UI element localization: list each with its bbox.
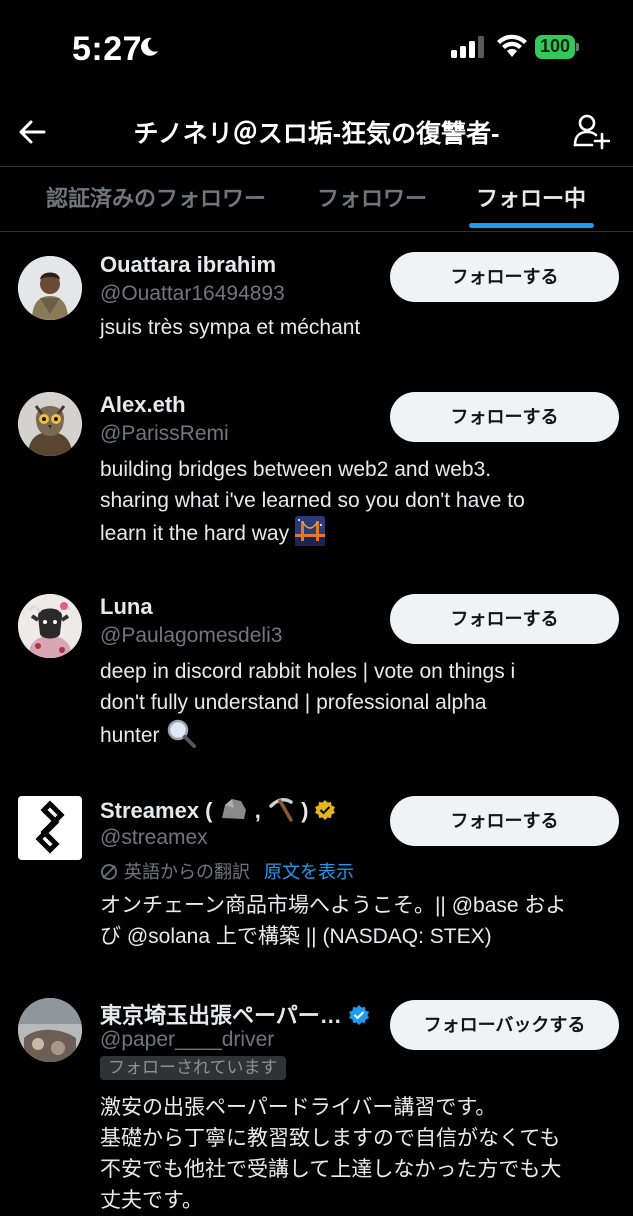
- rock-icon: [221, 799, 246, 819]
- user-name: Streamex (: [100, 798, 219, 823]
- user-handle[interactable]: @Paulagomesdeli3: [100, 624, 282, 648]
- bio-line: 基礎から丁寧に教習致しますので自信がなくても: [100, 1127, 561, 1150]
- avatar-image: [18, 256, 82, 320]
- user-name-suffix: ): [294, 798, 309, 823]
- tab-followers[interactable]: フォロワー: [317, 181, 427, 213]
- follow-button[interactable]: フォローする: [390, 594, 619, 644]
- bio-line: sharing what i've learned so you don't h…: [100, 489, 525, 512]
- user-name-row[interactable]: Streamex ( , ): [100, 796, 336, 824]
- bio-line: 激安の出張ペーパードライバー講習です。: [100, 1096, 497, 1119]
- avatar[interactable]: [18, 256, 82, 320]
- avatar[interactable]: [18, 998, 82, 1062]
- streamex-logo-icon: [18, 796, 82, 860]
- verified-gold-badge-icon: [315, 800, 336, 820]
- add-user-icon[interactable]: [572, 112, 610, 150]
- user-name-row[interactable]: 東京埼玉出張ペーパー…: [100, 998, 370, 1030]
- follow-button[interactable]: フォローする: [390, 252, 619, 302]
- user-name: 東京埼玉出張ペーパー…: [100, 1003, 342, 1028]
- bio-line: jsuis très sympa et méchant: [100, 316, 361, 339]
- avatar[interactable]: [18, 594, 82, 658]
- tab-verified-followers[interactable]: 認証済みのフォロワー: [46, 181, 266, 213]
- back-arrow-icon[interactable]: [16, 116, 48, 148]
- tab-bar: 認証済みのフォロワー フォロワー フォロー中: [0, 166, 633, 232]
- translation-notice: 英語からの翻訳 原文を表示: [100, 858, 354, 884]
- avatar[interactable]: [18, 796, 82, 860]
- bio-line: hunter: [100, 724, 160, 747]
- user-name[interactable]: Luna: [100, 594, 153, 620]
- status-time: 5:27: [72, 30, 143, 68]
- header: チノネリ＠スロ垢-狂気の復讐者-: [0, 96, 633, 168]
- tab-following[interactable]: フォロー中: [476, 181, 586, 213]
- follows-you-badge: フォローされています: [100, 1056, 286, 1080]
- show-original-link[interactable]: 原文を表示: [264, 862, 354, 882]
- follow-button[interactable]: フォローする: [390, 392, 619, 442]
- bio-line: learn it the hard way: [100, 522, 290, 545]
- wifi-icon: [497, 34, 527, 57]
- bio-line: building bridges between web2 and web3.: [100, 458, 492, 481]
- translated-from-label: 英語からの翻訳: [124, 862, 250, 882]
- bio-line: オンチェーン商品市場へようこそ。|| @base およ: [100, 894, 567, 917]
- pick-icon: [269, 798, 293, 822]
- user-name[interactable]: Alex.eth: [100, 392, 186, 418]
- user-bio: 激安の出張ペーパードライバー講習です。 基礎から丁寧に教習致しますので自信がなく…: [100, 1092, 615, 1216]
- user-bio: building bridges between web2 and web3. …: [100, 454, 615, 549]
- bio-line-with-emoji: hunter: [100, 718, 615, 751]
- page-title: チノネリ＠スロ垢-狂気の復讐者-: [133, 120, 500, 148]
- user-bio: オンチェーン商品市場へようこそ。|| @base およ び @solana 上で…: [100, 890, 615, 952]
- user-name[interactable]: Ouattara ibrahim: [100, 252, 276, 278]
- avatar-image: [18, 392, 82, 456]
- follow-button[interactable]: フォローする: [390, 796, 619, 846]
- bridge-at-night-icon: [295, 516, 326, 546]
- bio-line: び @solana 上で構築 || (NASDAQ: STEX): [100, 925, 492, 948]
- user-bio: deep in discord rabbit holes | vote on t…: [100, 656, 615, 751]
- translate-icon: [101, 864, 117, 880]
- verified-badge-icon: [348, 1005, 369, 1025]
- active-tab-indicator: [469, 223, 594, 228]
- magnifying-glass-icon: [167, 719, 196, 748]
- user-handle[interactable]: @streamex: [100, 826, 208, 850]
- bio-line: 不安でも他社で受講して上達しなかった方でも大: [100, 1158, 562, 1181]
- bio-line: 丈夫です。: [100, 1189, 203, 1212]
- user-name-sep: ,: [248, 798, 267, 823]
- user-bio: jsuis très sympa et méchant: [100, 312, 615, 343]
- user-handle[interactable]: @Ouattar16494893: [100, 282, 285, 306]
- bio-line: don't fully understand | professional al…: [100, 691, 487, 714]
- avatar-image: [18, 594, 82, 658]
- battery-icon: 100: [535, 35, 579, 59]
- follow-back-button[interactable]: フォローバックする: [390, 1000, 619, 1050]
- avatar-image: [18, 998, 82, 1062]
- signal-icon: [451, 36, 484, 58]
- user-handle[interactable]: @ParissRemi: [100, 422, 229, 446]
- bio-line-with-emoji: learn it the hard way: [100, 516, 615, 549]
- moon-icon: [141, 37, 158, 56]
- avatar[interactable]: [18, 392, 82, 456]
- bio-line: deep in discord rabbit holes | vote on t…: [100, 660, 516, 683]
- user-handle[interactable]: @paper____driver: [100, 1028, 274, 1052]
- battery-level: 100: [539, 36, 571, 56]
- status-bar: 5:27 100: [0, 0, 633, 96]
